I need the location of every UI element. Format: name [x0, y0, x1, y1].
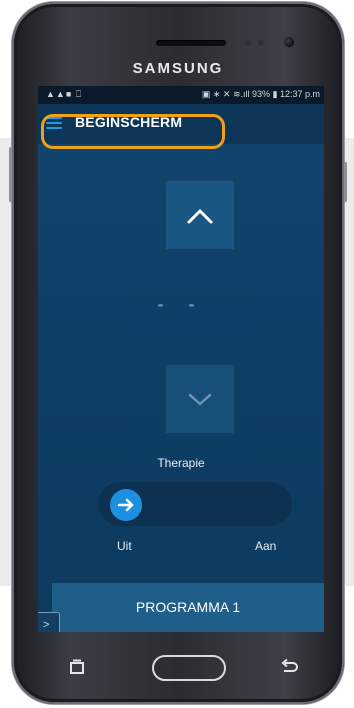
decrease-button[interactable]	[166, 365, 234, 433]
status-notification-icons: ▲▲■ ⎕	[46, 89, 83, 99]
therapy-label: Therapie	[157, 456, 205, 470]
phone-frame: SAMSUNG ▲▲■ ⎕ ▣ ∗ ✕ ≋.ıll 93% ▮ 12:37 p.…	[9, 2, 347, 704]
volume-button	[9, 147, 12, 202]
increase-button[interactable]	[166, 181, 234, 249]
power-button	[344, 162, 347, 202]
expand-drawer-button[interactable]: >	[38, 612, 60, 632]
earpiece	[156, 40, 226, 46]
therapy-toggle-knob[interactable]	[110, 489, 142, 521]
chevron-up-icon	[187, 209, 213, 224]
chevron-right-icon: >	[43, 619, 50, 631]
arrow-right-icon	[117, 498, 134, 512]
status-bar: ▲▲■ ⎕ ▣ ∗ ✕ ≋.ıll 93% ▮ 12:37 p.m	[38, 86, 324, 104]
front-camera	[284, 37, 294, 47]
brand-logo: SAMSUNG	[132, 60, 224, 77]
light-sensor	[258, 40, 264, 46]
title-highlight	[41, 114, 225, 149]
chevron-down-icon	[188, 393, 212, 406]
home-button[interactable]	[152, 655, 226, 681]
intensity-value: - -	[157, 294, 205, 314]
toggle-off-label: Uit	[117, 539, 132, 553]
program-button[interactable]: PROGRAMMA 1	[52, 583, 324, 632]
toggle-on-label: Aan	[255, 539, 277, 553]
program-label: PROGRAMMA 1	[135, 599, 241, 615]
status-system-info: ▣ ∗ ✕ ≋.ıll 93% ▮ 12:37 p.m	[201, 89, 320, 99]
app-screen: ▲▲■ ⎕ ▣ ∗ ✕ ≋.ıll 93% ▮ 12:37 p.m BEGINS…	[38, 86, 324, 632]
recent-apps-icon[interactable]	[68, 658, 86, 676]
proximity-sensor	[245, 40, 251, 46]
back-icon[interactable]	[278, 658, 300, 676]
